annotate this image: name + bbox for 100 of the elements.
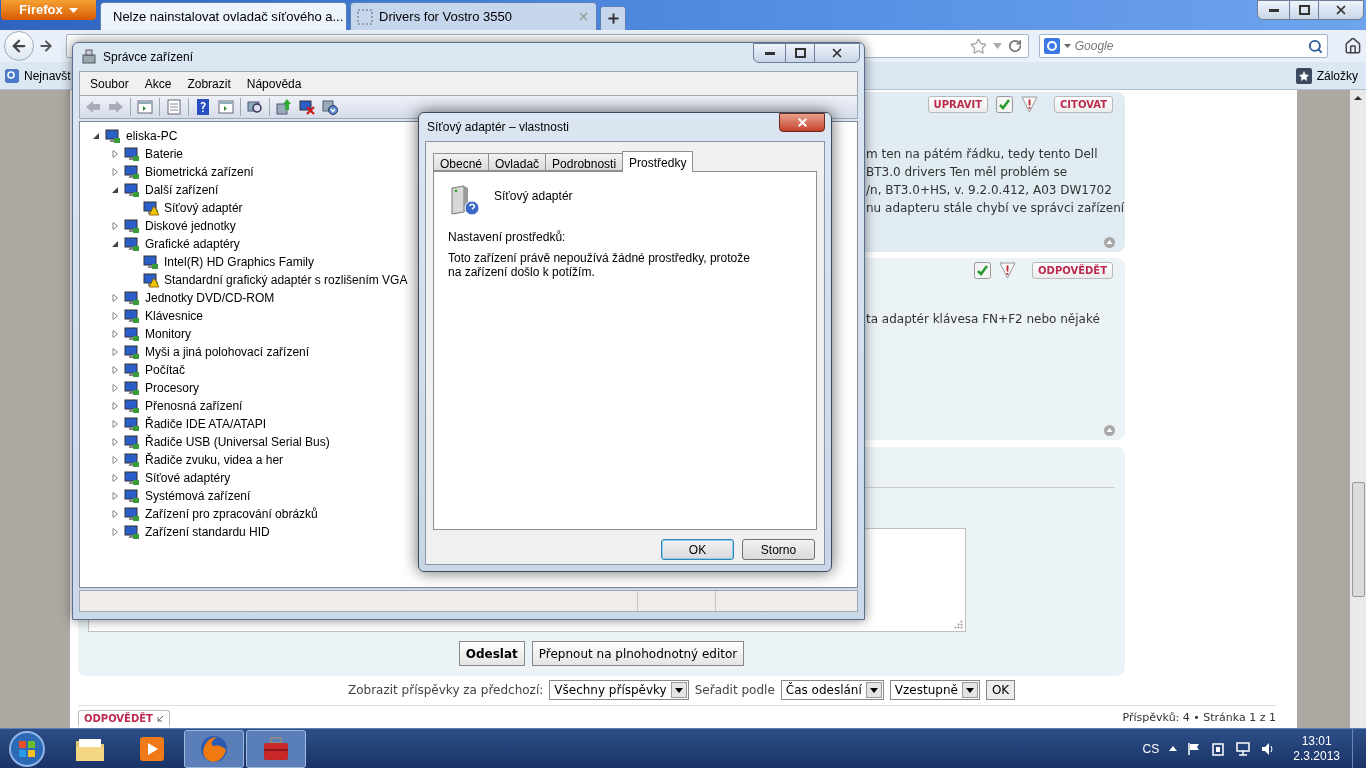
cancel-button[interactable]: Storno <box>742 539 815 560</box>
expander-icon[interactable] <box>111 186 119 194</box>
search-field[interactable]: Google <box>1038 34 1329 58</box>
tree-item[interactable]: Biometrická zařízení <box>145 163 254 181</box>
browser-tab[interactable]: Nelze nainstalovat ovladač síťového a... <box>100 2 347 30</box>
window-title: Správce zařízení <box>103 49 194 66</box>
menu-item[interactable]: Akce <box>136 74 180 93</box>
post-action-button[interactable]: UPRAVIT <box>927 96 989 113</box>
period-select[interactable]: Všechny příspěvky <box>549 680 689 700</box>
tree-item[interactable]: Monitory <box>145 325 191 343</box>
dialog-tab[interactable]: Obecné <box>433 153 490 171</box>
bookmark-star-icon[interactable] <box>969 37 987 55</box>
bookmarks-menu-button[interactable]: Záložky <box>1316 66 1358 85</box>
tree-item[interactable]: Síťové adaptéry <box>145 469 231 487</box>
minimize-button[interactable] <box>1257 0 1290 20</box>
tree-item[interactable]: Standardní grafický adaptér s rozlišením VGA <box>164 271 408 289</box>
menu-item[interactable]: Soubor <box>82 74 137 93</box>
reload-icon[interactable] <box>1007 39 1022 53</box>
device-icon <box>124 344 140 360</box>
expander-icon[interactable] <box>92 132 100 140</box>
clock-date[interactable]: 2.3.2013 <box>1293 748 1340 764</box>
approve-icon[interactable] <box>996 96 1014 113</box>
console-tree-icon[interactable] <box>136 98 154 116</box>
reply-button[interactable]: ODPOVĚDĚT <box>78 710 170 727</box>
close-button[interactable] <box>814 43 860 63</box>
tree-item[interactable]: Intel(R) HD Graphics Family <box>164 253 315 271</box>
sort-key-select[interactable]: Čas odeslání <box>780 680 884 700</box>
dropdown-arrow-icon[interactable] <box>1063 44 1071 48</box>
tree-item[interactable]: Baterie <box>145 145 184 163</box>
menu-item[interactable]: Nápověda <box>238 74 310 93</box>
properties-icon[interactable] <box>165 98 183 116</box>
tree-item[interactable]: Grafické adaptéry <box>145 235 240 253</box>
flag-icon[interactable] <box>1187 741 1202 756</box>
tree-item[interactable]: Síťový adaptér <box>164 199 243 217</box>
tree-item[interactable]: Procesory <box>145 379 200 397</box>
maximize-button[interactable] <box>786 43 814 63</box>
tree-item[interactable]: Myši a jiná polohovací zařízení <box>145 343 310 361</box>
bookmark-link[interactable]: Nejnavšt <box>24 66 71 85</box>
help-icon[interactable] <box>194 98 212 116</box>
device-tray-icon[interactable] <box>1211 741 1226 756</box>
ok-button[interactable]: OK <box>661 539 734 560</box>
post-text: nu adapteru stále chybí ve správci zařízení <box>866 200 1125 217</box>
scroll-thumb[interactable] <box>1351 482 1365 597</box>
back-to-top-icon[interactable] <box>1104 425 1115 436</box>
tree-item[interactable]: Řadiče USB (Universal Serial Bus) <box>145 433 330 451</box>
forward-arrow-icon[interactable] <box>37 38 54 54</box>
submit-button[interactable]: Odeslat <box>458 641 525 666</box>
tree-item[interactable]: Systémová zařízení <box>145 487 251 505</box>
device-icon <box>105 128 121 144</box>
tree-item[interactable]: Zařízení pro zpracování obrázků <box>145 505 318 523</box>
update-driver-icon[interactable] <box>275 98 293 116</box>
speaker-icon[interactable] <box>1261 741 1276 756</box>
tree-item[interactable]: eliska-PC <box>126 127 178 145</box>
show-hidden-icons-icon[interactable] <box>1169 746 1178 751</box>
minimize-button[interactable] <box>753 43 786 63</box>
new-tab-button[interactable] <box>600 6 626 30</box>
scan-hardware-icon[interactable] <box>246 98 264 116</box>
editor-switch-button[interactable]: Přepnout na plnohodnotný editor <box>531 641 745 666</box>
tree-item[interactable]: Řadiče zvuku, videa a her <box>145 451 284 469</box>
tree-item[interactable]: Zařízení standardu HID <box>145 523 270 541</box>
search-engine-icon[interactable] <box>1043 38 1060 54</box>
maximize-button[interactable] <box>1290 0 1318 20</box>
post-action-button[interactable]: CITOVAT <box>1054 96 1113 113</box>
disable-device-icon[interactable] <box>321 98 339 116</box>
scrollbar[interactable] <box>1350 90 1366 728</box>
dialog-tab[interactable]: Podrobnosti <box>545 153 624 171</box>
post-action-button[interactable]: ODPOVĚDĚT <box>1032 262 1113 279</box>
home-icon[interactable] <box>1344 37 1362 55</box>
close-icon <box>795 116 809 129</box>
close-button[interactable] <box>1318 0 1364 20</box>
apply-button[interactable]: OK <box>985 680 1016 700</box>
reply-arrow-icon <box>155 714 164 723</box>
network-icon[interactable] <box>1235 741 1252 756</box>
start-button[interactable] <box>8 729 46 768</box>
language-indicator[interactable]: CS <box>1142 739 1160 758</box>
action-pane-icon[interactable] <box>217 98 235 116</box>
tree-item[interactable]: Řadiče IDE ATA/ATAPI <box>145 415 267 433</box>
back-to-top-icon[interactable] <box>1104 237 1115 248</box>
close-button[interactable] <box>779 113 825 132</box>
report-icon[interactable] <box>1021 96 1039 113</box>
sort-order-select[interactable]: Vzestupně <box>889 680 980 700</box>
browser-tab[interactable]: Drivers for Vostro 3550 <box>350 2 597 30</box>
clock-time[interactable]: 13:01 <box>1301 733 1332 749</box>
back-button[interactable] <box>4 31 34 61</box>
tree-item[interactable]: Počítač <box>145 361 186 379</box>
menu-item[interactable]: Zobrazit <box>179 74 239 93</box>
post-text: /n, BT3.0+HS, v. 9.2.0.412, A03 DW1702 <box>866 182 1113 199</box>
tree-item[interactable]: Klávesnice <box>145 307 204 325</box>
search-input[interactable]: Google <box>1074 37 1305 55</box>
dialog-tab[interactable]: Prostředky <box>622 151 694 172</box>
expander-icon[interactable] <box>111 240 119 248</box>
tree-item[interactable]: Přenosná zařízení <box>145 397 243 415</box>
approve-icon[interactable] <box>974 262 992 279</box>
uninstall-icon[interactable] <box>298 98 316 116</box>
tree-item[interactable]: Další zařízení <box>145 181 219 199</box>
tree-item[interactable]: Jednotky DVD/CD-ROM <box>145 289 275 307</box>
report-icon[interactable] <box>999 262 1017 279</box>
dialog-tab[interactable]: Ovladač <box>488 153 547 171</box>
search-icon[interactable] <box>1308 38 1324 54</box>
tree-item[interactable]: Diskové jednotky <box>145 217 236 235</box>
